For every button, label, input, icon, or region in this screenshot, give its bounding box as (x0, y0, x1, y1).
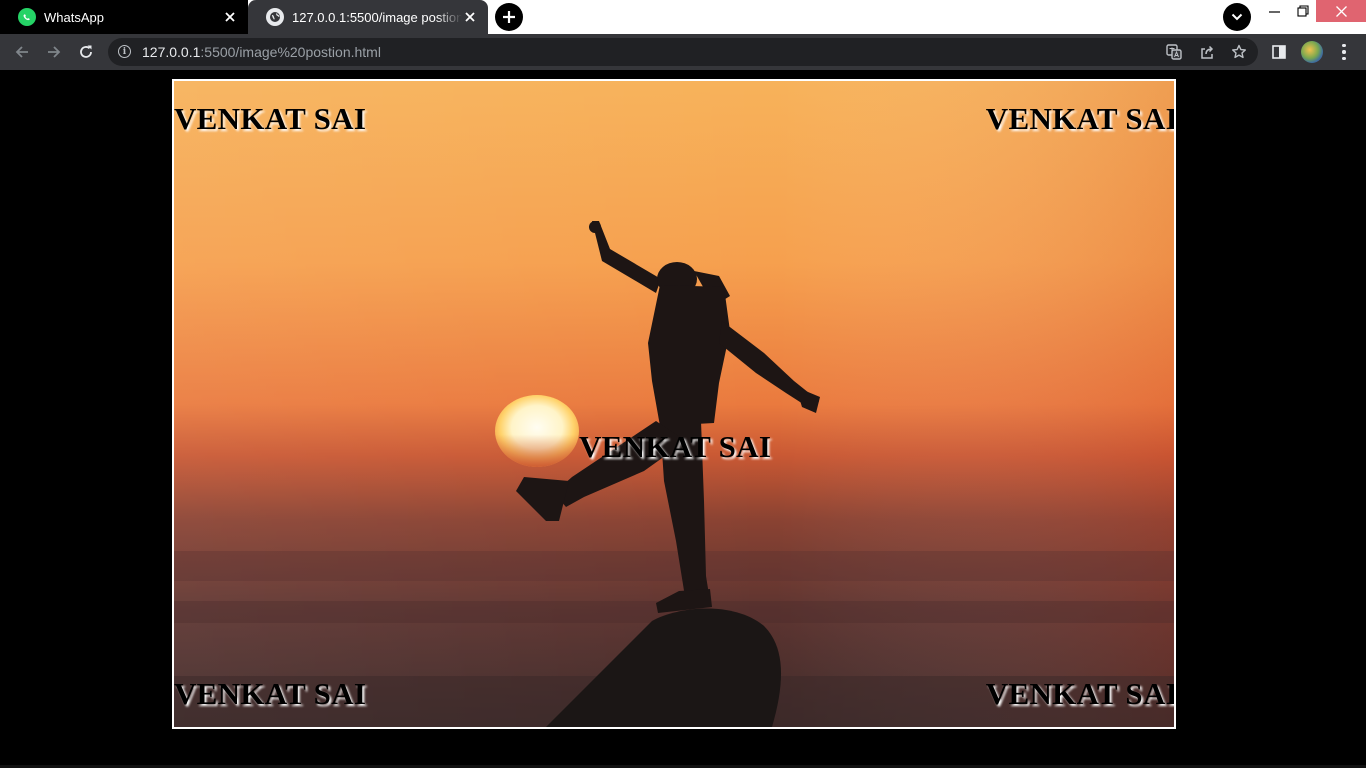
tab-title: 127.0.0.1:5500/image postion.html (292, 9, 462, 25)
reload-icon (80, 45, 92, 58)
whatsapp-icon (18, 8, 36, 26)
tab-search-button[interactable] (1223, 3, 1251, 31)
close-tab-icon[interactable] (222, 9, 238, 25)
close-tab-icon[interactable] (462, 9, 478, 25)
restore-icon (1297, 5, 1309, 17)
bookmark-star-icon[interactable] (1230, 43, 1248, 61)
watermark-top-left: VENKAT SAI (174, 101, 367, 136)
watermark-bottom-right: VENKAT SAI (985, 676, 1176, 711)
watermark-bottom-left: VENKAT SAI (174, 676, 367, 711)
forward-button[interactable] (42, 40, 66, 64)
menu-icon[interactable] (1336, 42, 1352, 62)
reload-button[interactable] (74, 40, 98, 64)
info-icon[interactable]: i (118, 45, 131, 58)
globe-icon (266, 8, 284, 26)
back-button[interactable] (10, 40, 34, 64)
chevron-down-icon (1231, 13, 1243, 21)
sunset-photo: VENKAT SAI VENKAT SAI VENKAT SAI VENKAT … (172, 79, 1176, 729)
profile-avatar[interactable] (1301, 41, 1323, 63)
share-icon[interactable] (1198, 43, 1216, 61)
minimize-icon (1268, 10, 1280, 13)
tab-whatsapp[interactable]: WhatsApp (0, 0, 248, 34)
new-tab-button[interactable] (495, 3, 523, 31)
page-viewport: VENKAT SAI VENKAT SAI VENKAT SAI VENKAT … (0, 70, 1366, 768)
plus-icon (503, 11, 515, 23)
close-icon (1335, 5, 1347, 17)
watermark-center: VENKAT SAI (579, 429, 772, 464)
arrow-right-icon (48, 46, 61, 58)
tab-strip: WhatsApp 127.0.0.1:5500/image postion.ht… (0, 0, 1366, 34)
tab-image-position[interactable]: 127.0.0.1:5500/image postion.html (248, 0, 488, 34)
url-text[interactable]: 127.0.0.1:5500/image%20postion.html (142, 44, 381, 60)
tab-title: WhatsApp (44, 9, 104, 25)
translate-icon[interactable] (1165, 43, 1183, 61)
address-bar[interactable]: i 127.0.0.1:5500/image%20postion.html (108, 38, 1258, 66)
side-panel-icon[interactable] (1269, 42, 1289, 62)
watermark-top-right: VENKAT SAI (985, 101, 1176, 136)
browser-toolbar: i 127.0.0.1:5500/image%20postion.html (0, 34, 1366, 70)
close-window-button[interactable] (1316, 0, 1366, 22)
arrow-left-icon (15, 46, 28, 58)
sunset-silhouette-image (174, 81, 1174, 727)
